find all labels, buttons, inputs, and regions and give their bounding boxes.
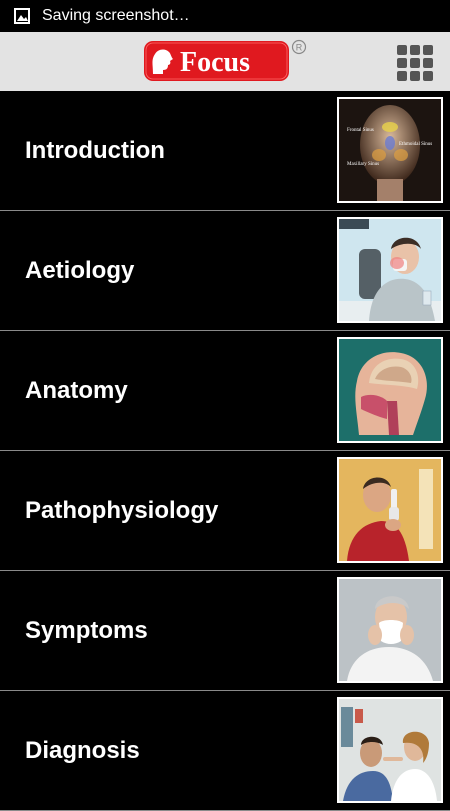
status-notification-text: Saving screenshot… [42, 7, 190, 24]
doctor-examining-patient-thumbnail[interactable] [337, 697, 443, 803]
status-bar: Saving screenshot… [0, 0, 450, 32]
list-item-symptoms[interactable]: Symptoms [0, 571, 450, 691]
head-cross-section-thumbnail[interactable] [337, 337, 443, 443]
svg-text:R: R [296, 43, 303, 53]
man-with-tissue-thumbnail[interactable] [337, 577, 443, 683]
image-icon [13, 7, 31, 25]
list-item-label: Pathophysiology [25, 497, 219, 524]
sinus-face-thumbnail[interactable]: Frontal Sinus Ethmoidal Sinus Maxillary … [337, 97, 443, 203]
man-sneezing-thumbnail[interactable] [337, 217, 443, 323]
svg-text:Frontal Sinus: Frontal Sinus [347, 128, 374, 133]
list-item-label: Symptoms [25, 617, 148, 644]
list-item-label: Diagnosis [25, 737, 140, 764]
topic-list: Introduction Frontal Sinus Ethmoidal Sin… [0, 91, 450, 811]
man-using-nasal-spray-thumbnail[interactable] [337, 457, 443, 563]
list-item-diagnosis[interactable]: Diagnosis [0, 691, 450, 811]
list-item-aetiology[interactable]: Aetiology [0, 211, 450, 331]
list-item-introduction[interactable]: Introduction Frontal Sinus Ethmoidal Sin… [0, 91, 450, 211]
svg-text:Maxillary Sinus: Maxillary Sinus [347, 162, 379, 167]
list-item-pathophysiology[interactable]: Pathophysiology [0, 451, 450, 571]
svg-text:Focus: Focus [180, 47, 250, 78]
list-item-anatomy[interactable]: Anatomy [0, 331, 450, 451]
focus-logo: Focus [143, 40, 290, 82]
grid-menu-icon[interactable] [396, 44, 434, 81]
list-item-label: Anatomy [25, 377, 128, 404]
list-item-label: Introduction [25, 137, 165, 164]
list-item-label: Aetiology [25, 257, 135, 284]
app-bar: Focus R [0, 32, 450, 91]
registered-mark-icon: R [291, 39, 307, 55]
svg-text:Ethmoidal Sinus: Ethmoidal Sinus [399, 142, 432, 147]
